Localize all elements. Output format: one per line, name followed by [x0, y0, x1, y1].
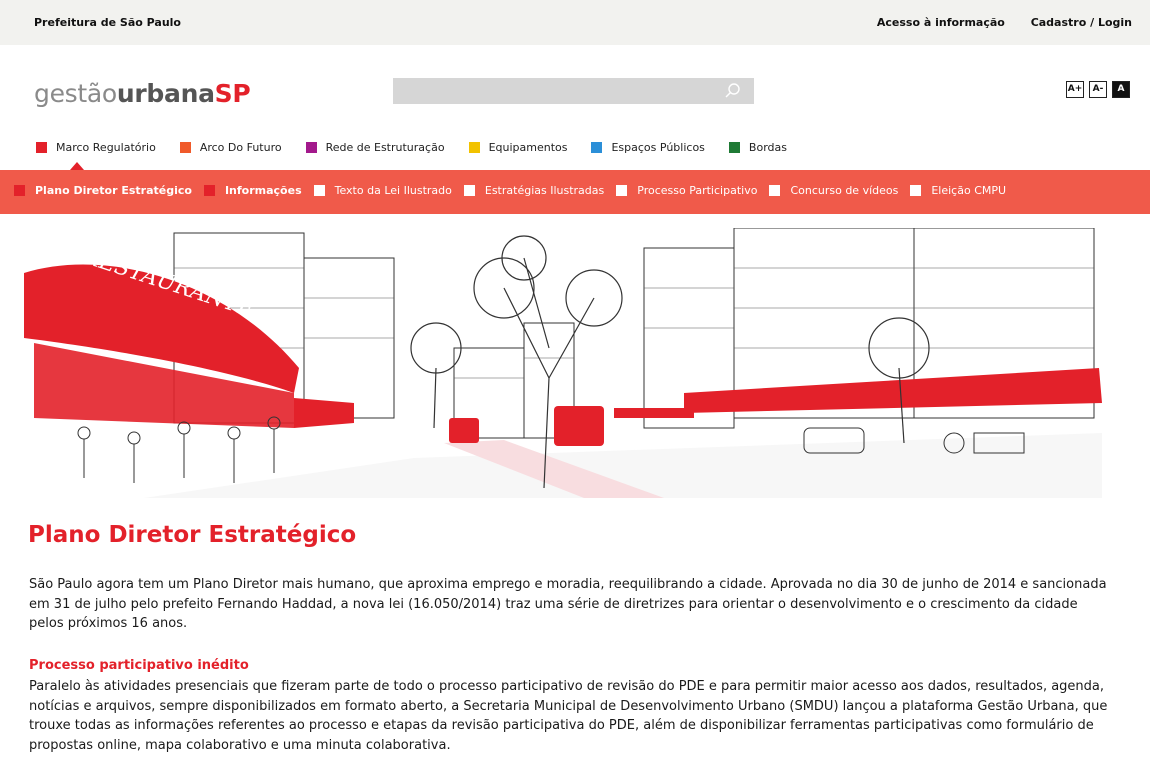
subnav-item[interactable]: Informações — [203, 184, 302, 197]
category-label: Equipamentos — [488, 141, 568, 154]
category-color-square — [36, 142, 47, 153]
category-color-square — [728, 142, 740, 153]
search-input[interactable] — [393, 78, 729, 102]
subnav-bullet-icon — [910, 185, 922, 196]
subnav-label: Concurso de vídeos — [790, 184, 899, 197]
font-increase-button[interactable]: A+ — [1066, 81, 1084, 98]
search-icon[interactable] — [724, 82, 742, 100]
logo-part-urbana: urbana — [116, 79, 215, 108]
intro-paragraph: São Paulo agora tem um Plano Diretor mai… — [29, 577, 1107, 631]
body-paragraph: Paralelo às atividades presenciais que f… — [29, 679, 1108, 753]
high-contrast-button[interactable]: A — [1112, 81, 1130, 98]
top-links: Acesso à informação Cadastro / Login — [855, 16, 1132, 29]
hero-illustration: RESTAURANTE — [24, 228, 1102, 498]
logo-part-sp: SP — [214, 79, 251, 108]
category-color-square — [179, 142, 191, 153]
subnav-item[interactable]: Processo Participativo — [616, 184, 757, 197]
login-link[interactable]: Cadastro / Login — [1031, 16, 1132, 29]
subnav-bullet-icon — [616, 185, 628, 196]
category-label: Marco Regulatório — [56, 141, 156, 154]
category-label: Bordas — [748, 141, 787, 154]
category-label: Arco Do Futuro — [199, 141, 282, 154]
category-item[interactable]: Marco Regulatório — [36, 141, 156, 170]
category-item[interactable]: Rede de Estruturação — [305, 141, 445, 154]
subnav-label: Estratégias Ilustradas — [484, 184, 605, 197]
top-bar: Prefeitura de São Paulo Acesso à informa… — [0, 0, 1150, 45]
subnav-label: Eleição CMPU — [931, 184, 1007, 197]
subnav-label: Texto da Lei Ilustrado — [334, 184, 452, 197]
site-logo[interactable]: gestãourbanaSP — [34, 79, 251, 108]
category-item[interactable]: Espaços Públicos — [591, 141, 705, 154]
category-item[interactable]: Arco Do Futuro — [179, 141, 282, 154]
subnav-bullet-icon — [463, 185, 475, 196]
subnav-item[interactable]: Plano Diretor Estratégico — [14, 184, 192, 197]
category-label: Rede de Estruturação — [325, 141, 445, 154]
org-link[interactable]: Prefeitura de São Paulo — [34, 16, 181, 29]
category-color-square — [591, 142, 603, 153]
subnav-bullet-icon — [769, 185, 781, 196]
subnav-item[interactable]: Texto da Lei Ilustrado — [313, 184, 452, 197]
font-size-controls: A+ A- A — [1066, 81, 1130, 98]
subnav-item[interactable]: Concurso de vídeos — [769, 184, 898, 197]
category-item[interactable]: Equipamentos — [468, 141, 568, 154]
active-caret-icon — [70, 162, 84, 170]
category-label: Espaços Públicos — [611, 141, 705, 154]
subnav-item[interactable]: Eleição CMPU — [910, 184, 1006, 197]
subnav-label: Plano Diretor Estratégico — [35, 184, 192, 197]
font-decrease-button[interactable]: A- — [1089, 81, 1107, 98]
subnav-bullet-icon — [313, 185, 325, 196]
category-color-square — [305, 142, 317, 153]
page-title: Plano Diretor Estratégico — [28, 522, 357, 548]
category-item[interactable]: Bordas — [728, 141, 787, 154]
section-heading: Processo participativo inédito — [29, 658, 249, 673]
access-info-link[interactable]: Acesso à informação — [877, 16, 1005, 29]
logo-part-gestao: gestão — [34, 79, 117, 108]
category-nav: Marco Regulatório Arco Do Futuro Rede de E… — [36, 141, 811, 170]
category-color-square — [468, 142, 480, 153]
subnav-label: Informações — [224, 184, 302, 197]
subnav-item[interactable]: Estratégias Ilustradas — [463, 184, 605, 197]
sub-navigation: Plano Diretor Estratégico Informações Text… — [0, 170, 1150, 214]
search-box — [393, 78, 754, 104]
subnav-bullet-icon — [14, 185, 25, 196]
subnav-bullet-icon — [203, 185, 215, 196]
subnav-label: Processo Participativo — [637, 184, 758, 197]
